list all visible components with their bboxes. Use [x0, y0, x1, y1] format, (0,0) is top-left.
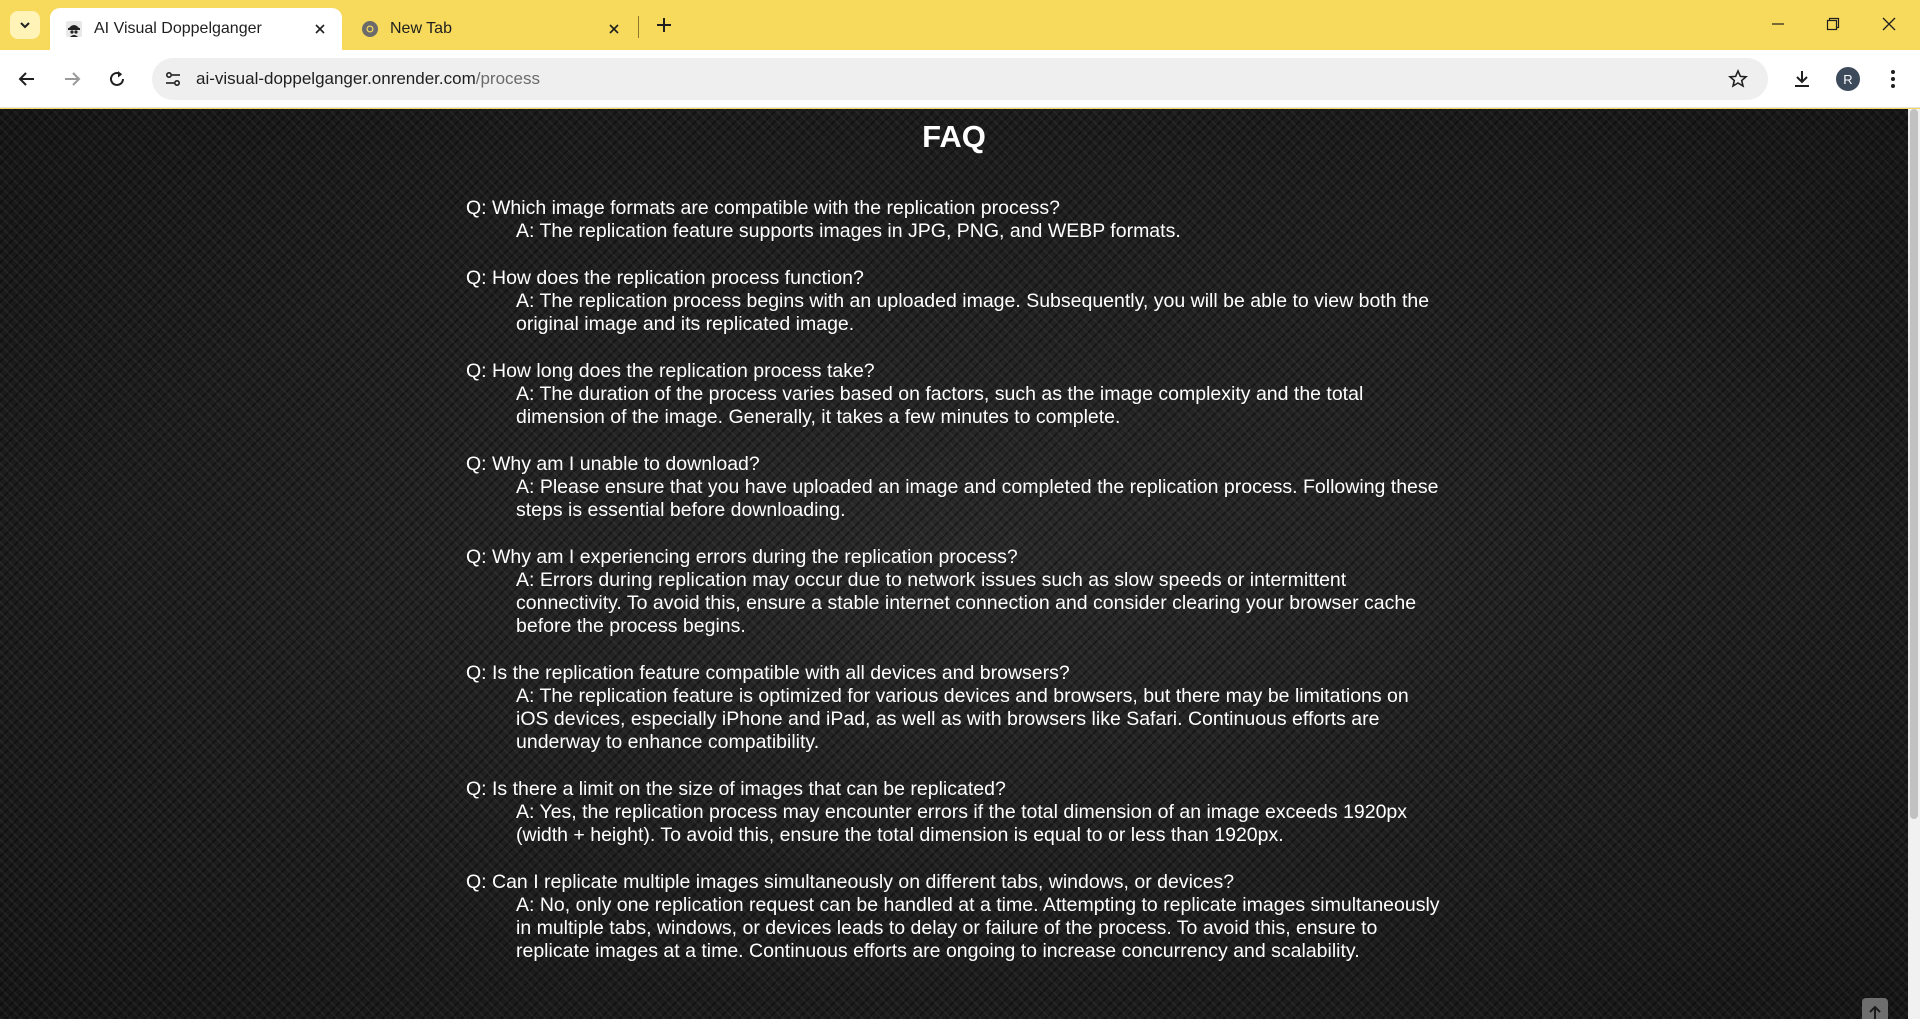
faq-item: Q: Why am I unable to download? A: Please… [466, 453, 1446, 522]
faq-item: Q: Is there a limit on the size of image… [466, 778, 1446, 847]
faq-question: Q: How does the replication process func… [466, 267, 864, 289]
faq-answer: A: Errors during replication may occur d… [516, 569, 1417, 637]
faq-answer: A: The replication process begins with a… [516, 290, 1430, 335]
url-text[interactable]: ai-visual-doppelganger.onrender.com/proc… [196, 69, 540, 89]
forward-button[interactable] [57, 64, 87, 94]
faq-question: Q: Why am I unable to download? [466, 453, 760, 475]
back-button[interactable] [12, 64, 42, 94]
faq-answer: A: The duration of the process varies ba… [516, 383, 1364, 428]
profile-button[interactable]: R [1833, 64, 1863, 94]
site-info-icon[interactable] [158, 64, 188, 94]
page-title: FAQ [922, 119, 986, 154]
spy-favicon-icon [64, 19, 84, 39]
restore-button[interactable] [1815, 8, 1851, 40]
scrollbar-thumb[interactable] [1910, 109, 1918, 819]
close-icon [1882, 17, 1896, 31]
reload-button[interactable] [102, 64, 132, 94]
faq-item: Q: Can I replicate multiple images simul… [466, 871, 1446, 963]
faq-item: Q: Why am I experiencing errors during t… [466, 546, 1446, 638]
downloads-button[interactable] [1787, 64, 1817, 94]
url-host: ai-visual-doppelganger.onrender.com [196, 69, 476, 88]
tab-separator [638, 16, 639, 38]
arrow-up-icon [1869, 1005, 1881, 1019]
minimize-icon [1772, 23, 1784, 25]
restore-icon [1826, 17, 1840, 31]
faq-item: Q: How long does the replication process… [466, 360, 1446, 429]
url-path: /process [475, 69, 540, 88]
faq-question: Q: Why am I experiencing errors during t… [466, 546, 1018, 568]
browser-toolbar: ai-visual-doppelganger.onrender.com/proc… [0, 50, 1920, 108]
faq-item: Q: Which image formats are compatible wi… [466, 197, 1446, 243]
faq-answer: A: Please ensure that you have uploaded … [516, 476, 1439, 521]
faq-item: Q: How does the replication process func… [466, 267, 1446, 336]
tab-search-button[interactable] [10, 11, 40, 39]
reload-icon [110, 71, 124, 86]
tab-new-tab[interactable]: New Tab [346, 8, 636, 50]
arrow-right-icon [65, 72, 81, 86]
bookmark-star-icon[interactable] [1726, 67, 1750, 91]
tab-title: New Tab [390, 20, 452, 37]
faq-answer: A: Yes, the replication process may enco… [516, 801, 1408, 846]
faq-question: Q: How long does the replication process… [466, 360, 875, 382]
faq-question: Q: Can I replicate multiple images simul… [466, 871, 1235, 893]
page-scrollbar[interactable] [1908, 109, 1920, 1019]
tab-ai-visual-doppelganger[interactable]: AI Visual Doppelganger [50, 8, 342, 50]
minimize-button[interactable] [1760, 8, 1796, 40]
arrow-left-icon [18, 72, 34, 86]
close-tab-icon[interactable] [602, 17, 626, 41]
menu-button[interactable] [1878, 64, 1908, 94]
chrome-icon [360, 19, 380, 39]
faq-answer: A: No, only one replication request can … [516, 894, 1440, 962]
tab-strip: AI Visual Doppelganger New Tab [0, 0, 1920, 50]
faq-answer: A: The replication feature is optimized … [516, 685, 1409, 753]
close-window-button[interactable] [1871, 8, 1907, 40]
close-tab-icon[interactable] [308, 17, 332, 41]
faq-list: Q: Which image formats are compatible wi… [466, 197, 1446, 987]
faq-question: Q: Which image formats are compatible wi… [466, 197, 1060, 219]
back-to-top-button[interactable] [1862, 998, 1888, 1019]
chevron-down-icon [20, 22, 30, 29]
tab-title: AI Visual Doppelganger [94, 20, 262, 37]
faq-item: Q: Is the replication feature compatible… [466, 662, 1446, 754]
page-content: FAQ Q: Which image formats are compatibl… [0, 109, 1908, 1019]
address-bar[interactable]: ai-visual-doppelganger.onrender.com/proc… [152, 58, 1768, 100]
faq-question: Q: Is the replication feature compatible… [466, 662, 1070, 684]
new-tab-button[interactable] [650, 11, 678, 39]
plus-icon [657, 18, 671, 32]
avatar: R [1836, 67, 1860, 91]
more-vertical-icon [1891, 70, 1895, 88]
download-icon [1795, 71, 1809, 87]
faq-question: Q: Is there a limit on the size of image… [466, 778, 1006, 800]
faq-answer: A: The replication feature supports imag… [516, 220, 1181, 242]
